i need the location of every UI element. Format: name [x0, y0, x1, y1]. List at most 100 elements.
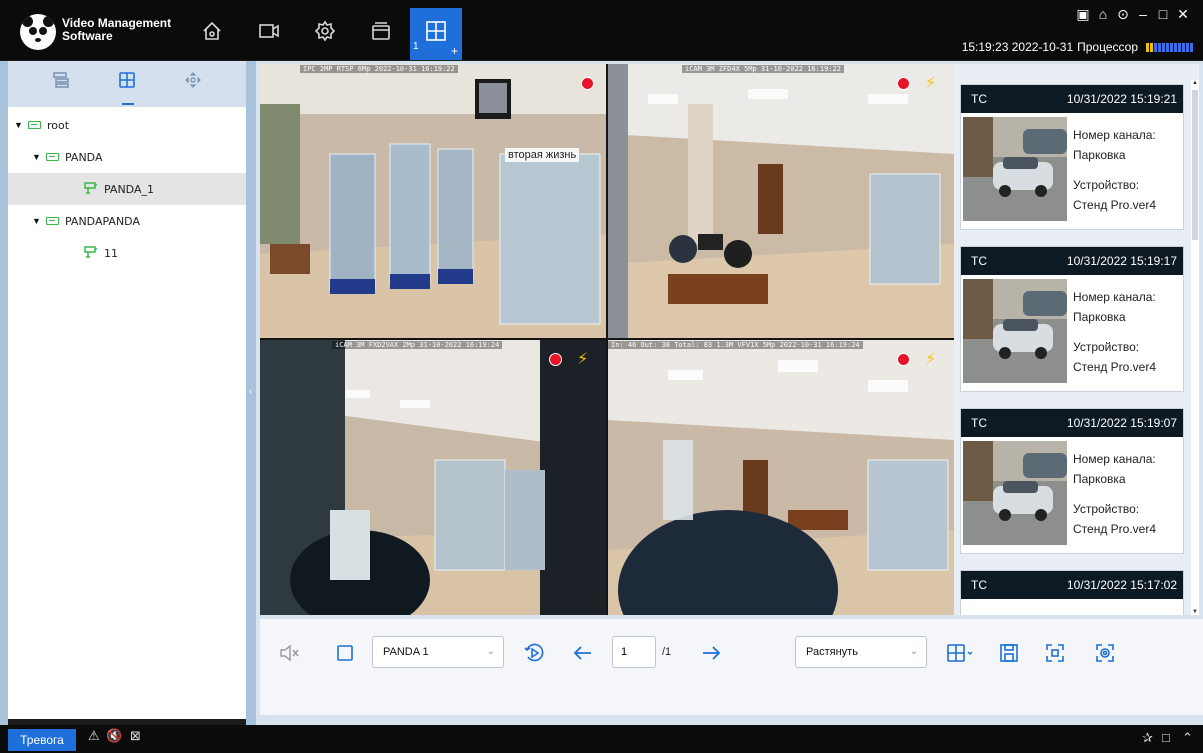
list-view-icon[interactable] — [48, 71, 74, 97]
settings-gear-icon[interactable] — [308, 14, 342, 48]
pin-icon[interactable]: ✰ — [1142, 730, 1153, 746]
restore-panel-icon[interactable]: □ — [1162, 730, 1170, 745]
tree-node[interactable]: ▼ root — [8, 109, 246, 141]
alarm-button[interactable]: Тревога — [8, 729, 76, 751]
scroll-down-icon[interactable]: ▼ — [1192, 609, 1198, 615]
stretch-select[interactable]: Растянуть ⌄ — [795, 636, 927, 668]
event-time: 10/31/2022 15:19:17 — [1066, 254, 1177, 268]
event-header: TC 10/31/2022 15:17:02 — [961, 571, 1183, 599]
window-controls: ▣ ⌂ ⊙ – □ ✕ — [1073, 6, 1193, 23]
device-label: Устройство: — [1073, 178, 1140, 192]
playback-archive-icon[interactable] — [364, 14, 398, 48]
event-info: Номер канала: Парковка Устройство: Стенд Pr… — [1073, 125, 1156, 215]
camera-icon — [84, 245, 98, 261]
tree-node[interactable]: 11 — [8, 237, 246, 269]
tile-2-osd: iCAM 3M ZFD4X 5Mp 31-10-2022 16:19:22 — [682, 65, 844, 73]
screen-icon[interactable]: ▣ — [1073, 6, 1093, 23]
record-indicator-icon — [897, 77, 910, 90]
event-card[interactable]: TC 10/31/2022 15:19:07 Номер канала: Парков… — [960, 408, 1184, 554]
device-tree-panel: ▼ root ▼ PANDA PANDA_1 ▼ PANDAPANDA 11 — [8, 61, 246, 719]
device-value: Стенд Pro.ver4 — [1073, 522, 1157, 536]
expand-triangle-icon[interactable]: ▼ — [32, 152, 44, 162]
expand-triangle-icon[interactable]: ▼ — [14, 120, 26, 130]
tree-node[interactable]: PANDA_1 — [8, 173, 246, 205]
tile-1-sign-text: вторая жизнь — [505, 148, 580, 162]
nvr-device-icon — [46, 217, 59, 225]
info-icon[interactable]: ⊙ — [1113, 6, 1133, 23]
device-label: Устройство: — [1073, 340, 1140, 354]
add-layout-button[interactable]: + — [451, 44, 458, 58]
fullscreen-icon[interactable] — [1042, 640, 1068, 666]
tree-node-label: PANDAPANDA — [65, 214, 140, 228]
camera-select[interactable]: PANDA 1 ⌄ — [372, 636, 504, 668]
alarm-bell-icon[interactable]: ⚠ — [88, 728, 100, 744]
event-scrollbar[interactable]: ▲ ▼ — [1191, 80, 1199, 615]
previous-page-icon[interactable] — [570, 640, 596, 666]
motion-alarm-icon: ⚡ — [577, 351, 589, 368]
channel-label: Номер канала: — [1073, 452, 1156, 466]
snapshot-icon[interactable] — [1092, 640, 1118, 666]
record-indicator-icon — [549, 353, 562, 366]
expand-triangle-icon[interactable]: ▼ — [32, 216, 44, 226]
left-tabs — [8, 61, 246, 107]
minimize-button[interactable]: – — [1133, 6, 1153, 22]
event-panel: ▲ ▼ TC 10/31/2022 15:19:21 Номер канала: Па… — [954, 64, 1199, 615]
panda-logo-icon — [20, 14, 56, 50]
user-icon[interactable]: ⌂ — [1093, 6, 1113, 22]
title-bar: Video Management Software 1 + ▣ ⌂ ⊙ – □ ✕ 15:… — [0, 0, 1203, 60]
camera-select-value: PANDA 1 — [383, 646, 429, 658]
grid-layout-icon — [426, 21, 446, 41]
layout-tab-active[interactable]: 1 + — [410, 8, 462, 60]
collapse-arrow-icon[interactable]: ‹ — [249, 386, 252, 396]
chevron-down-icon: ⌄ — [486, 646, 495, 657]
next-page-icon[interactable] — [698, 640, 724, 666]
nvr-device-icon — [28, 121, 41, 129]
clear-alarm-icon[interactable]: ⊠ — [130, 728, 141, 744]
video-tile-4[interactable]: In: 46 Out: 38 Total: 83 1.3M VFV1X 5Mp … — [608, 340, 954, 615]
event-snapshot[interactable] — [963, 441, 1067, 545]
event-card[interactable]: TC 10/31/2022 15:17:02 — [960, 570, 1184, 615]
mute-audio-icon[interactable] — [276, 640, 302, 666]
panel-collapse-handle[interactable]: ‹ — [246, 61, 256, 725]
split-screen-icon[interactable] — [944, 640, 978, 666]
event-type: TC — [971, 254, 987, 268]
event-time: 10/31/2022 15:17:02 — [1066, 578, 1177, 592]
status-bar: Тревога ⚠ 🔇 ⊠ ✰ □ ⌃ — [0, 725, 1203, 753]
mute-alarm-icon[interactable]: 🔇 — [106, 728, 122, 744]
preview-camera-icon[interactable] — [252, 14, 286, 48]
event-info: Номер канала: Парковка Устройство: Стенд Pr… — [1073, 449, 1156, 539]
event-type: TC — [971, 92, 987, 106]
save-view-icon[interactable] — [996, 640, 1022, 666]
tree-node[interactable]: ▼ PANDAPANDA — [8, 205, 246, 237]
status-line: 15:19:23 2022-10-31 Процессор — [962, 40, 1193, 54]
page-number-input[interactable]: 1 — [612, 636, 656, 668]
tree-node[interactable]: ▼ PANDA — [8, 141, 246, 173]
expand-up-icon[interactable]: ⌃ — [1182, 730, 1193, 746]
stop-all-icon[interactable] — [332, 640, 358, 666]
video-tile-1[interactable]: IPC 2MP RTSP 6Mp 2022-10-31 16:19:22 вто… — [260, 64, 606, 338]
close-button[interactable]: ✕ — [1173, 6, 1193, 23]
main-area: IPC 2MP RTSP 6Mp 2022-10-31 16:19:22 вто… — [256, 61, 1203, 725]
chevron-down-icon: ⌄ — [909, 646, 918, 657]
left-edge — [0, 61, 8, 725]
event-snapshot[interactable] — [963, 279, 1067, 383]
grid-view-icon[interactable] — [114, 71, 140, 105]
maximize-button[interactable]: □ — [1153, 6, 1173, 22]
tile-4-osd: In: 46 Out: 38 Total: 83 1.3M VFV1X 5Mp … — [608, 341, 863, 349]
event-card[interactable]: TC 10/31/2022 15:19:17 Номер канала: Парков… — [960, 246, 1184, 392]
tile-3-osd: iCAM 3M FXD2VAX 2Mp 31-10-2022 16:19:24 — [332, 341, 503, 349]
sequence-play-icon[interactable] — [521, 640, 547, 666]
scroll-up-icon[interactable]: ▲ — [1192, 80, 1198, 86]
home-icon[interactable] — [195, 14, 229, 48]
channel-label: Номер канала: — [1073, 290, 1156, 304]
tree-node-label: PANDA_1 — [104, 182, 154, 196]
page-current: 1 — [621, 646, 628, 658]
video-tile-3[interactable]: iCAM 3M FXD2VAX 2Mp 31-10-2022 16:19:24 … — [260, 340, 606, 615]
event-snapshot[interactable] — [963, 117, 1067, 221]
ptz-control-icon[interactable] — [180, 71, 206, 97]
tile-1-osd: IPC 2MP RTSP 6Mp 2022-10-31 16:19:22 — [300, 65, 458, 73]
video-tile-2[interactable]: iCAM 3M ZFD4X 5Mp 31-10-2022 16:19:22 ⚡ — [608, 64, 954, 338]
event-card[interactable]: TC 10/31/2022 15:19:21 Номер канала: Парков… — [960, 84, 1184, 230]
event-header: TC 10/31/2022 15:19:17 — [961, 247, 1183, 275]
app-name-line2: Software — [62, 29, 113, 43]
